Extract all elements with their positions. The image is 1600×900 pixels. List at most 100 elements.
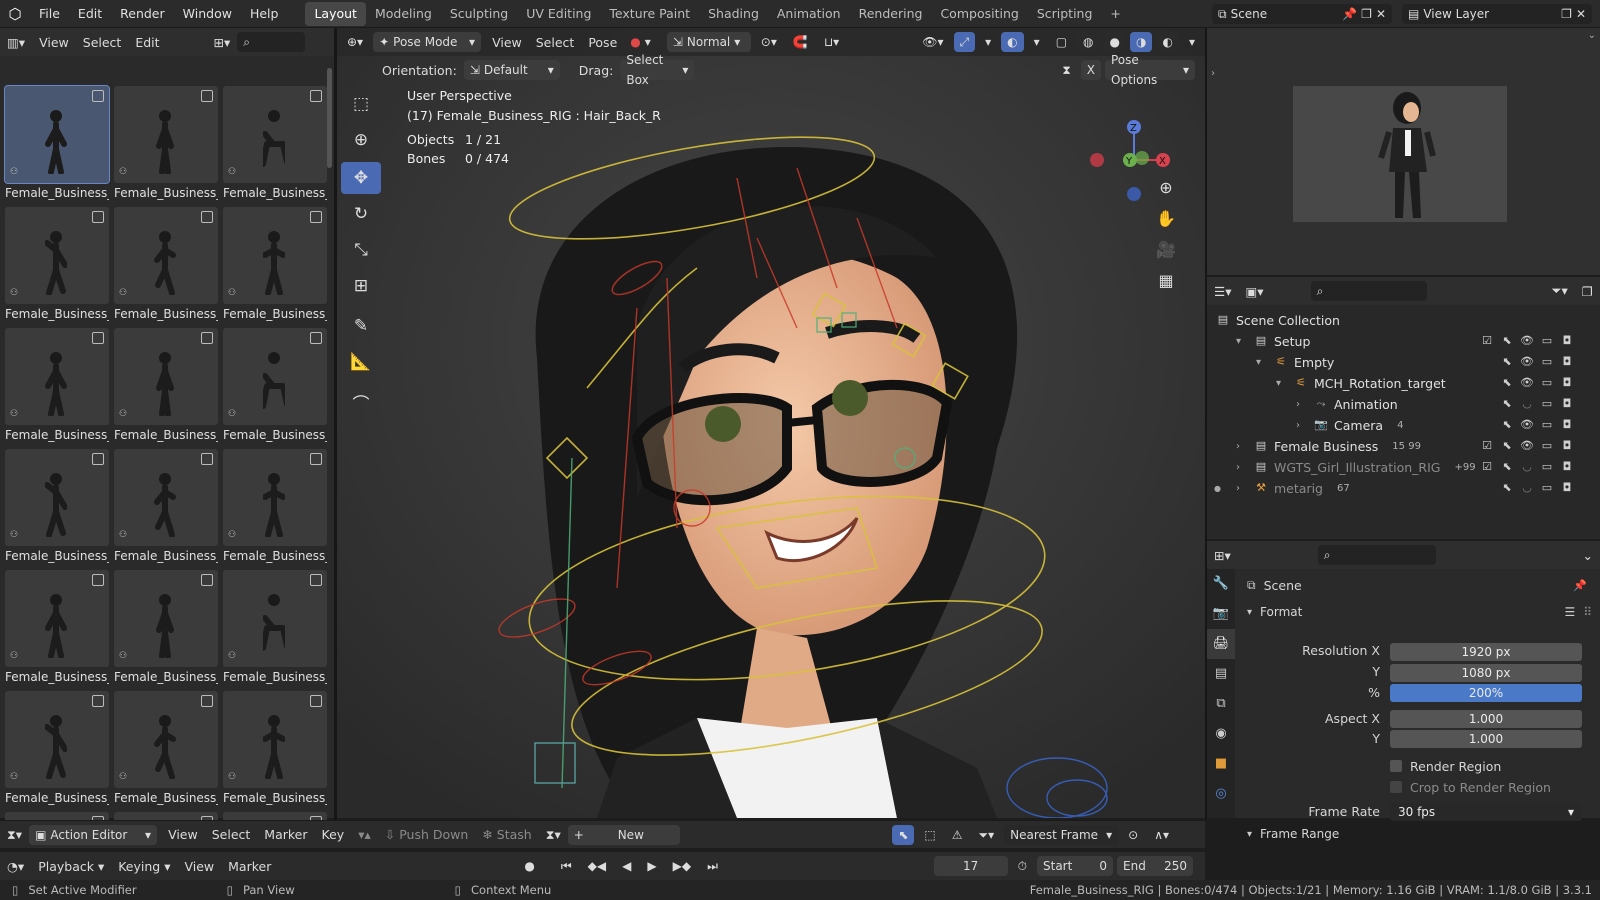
pan-hand-icon[interactable]: ✋ [1152, 209, 1180, 240]
viewport-monitor-icon[interactable]: ▭ [1540, 397, 1554, 411]
properties-search-input[interactable]: ⌕ [1317, 545, 1436, 565]
pose-library-icon[interactable]: ● ▾ [624, 32, 657, 52]
output-tab-icon[interactable]: 🖨 [1207, 629, 1235, 659]
shading-material-icon[interactable]: ◑ [1130, 32, 1153, 52]
render-camera-icon[interactable]: ◘ [1560, 418, 1574, 432]
select-box-tool-icon[interactable]: ⬚ [341, 88, 381, 120]
snap-icon[interactable]: 🧲 [787, 32, 814, 52]
asset-thumbnail[interactable]: ⚇ Female_Business_... [114, 207, 218, 325]
asset-thumbnail[interactable]: ⚇ Female_Business_... [5, 570, 109, 688]
asset-menu-view[interactable]: View [32, 35, 76, 50]
outliner-item-mch-rotation-target[interactable]: ▾⚟MCH_Rotation_target☑⬉👁▭◘ [1186, 373, 1586, 393]
asset-scrollbar[interactable] [327, 68, 332, 168]
area-divider[interactable] [1205, 28, 1207, 820]
shading-dropdown-icon[interactable]: ▾ [1183, 32, 1201, 52]
play-reverse-icon[interactable]: ◀ [616, 856, 637, 876]
properties-editor-icon[interactable]: ⊞▾ [1207, 548, 1238, 563]
pivot-icon[interactable]: ⊙▾ [755, 32, 783, 52]
area-divider[interactable] [334, 28, 337, 820]
mode-selector[interactable]: ✦ Pose Mode ▾ [373, 32, 482, 52]
asset-thumbnail[interactable]: ⚇ Female_Business_... [223, 86, 327, 204]
tab-modeling[interactable]: Modeling [366, 2, 441, 26]
timeline-editor-icon[interactable]: ◔▾ [0, 859, 31, 874]
play-icon[interactable]: ▶ [641, 856, 662, 876]
shading-solid-icon[interactable]: ● [1103, 32, 1126, 52]
edit-asset-icon[interactable] [310, 574, 322, 586]
measure-tool-icon[interactable]: 📐 [341, 346, 381, 378]
hide-eye-icon[interactable]: 👁 [1520, 334, 1534, 348]
render-camera-icon[interactable]: ◘ [1560, 460, 1574, 474]
show-hidden-icon[interactable]: ⬚ [918, 825, 941, 845]
render-camera-icon[interactable]: ◘ [1560, 397, 1574, 411]
view-layer-selector[interactable]: ▤ View Layer ❐ ✕ [1402, 3, 1592, 24]
tab-animation[interactable]: Animation [768, 2, 850, 26]
pin-icon[interactable]: 📌 [1342, 4, 1357, 24]
format-drag-handle-icon[interactable]: ⠿ [1583, 605, 1592, 619]
mirror-icon[interactable]: ⧗ [1056, 60, 1076, 80]
asset-thumbnail[interactable]: ⚇ Female_Business_... [114, 691, 218, 809]
snap-mode-dropdown[interactable]: Nearest Frame ▾ [1004, 824, 1119, 845]
new-layer-icon[interactable]: ❐ [1561, 4, 1572, 24]
viewport-menu-select[interactable]: Select [529, 35, 582, 50]
filter-icon[interactable]: ⏷▾ [1545, 283, 1575, 299]
tool-tab-icon[interactable]: 🔧 [1207, 569, 1235, 599]
outliner-item-empty[interactable]: ▾⚟Empty☑⬉👁▭◘ [1186, 352, 1586, 372]
edit-asset-icon[interactable] [310, 453, 322, 465]
render-camera-icon[interactable]: ◘ [1560, 376, 1574, 390]
next-keyframe-icon[interactable]: ▶◆ [667, 856, 697, 876]
transform-orientation-selector[interactable]: ⇲ Normal ▾ [666, 32, 751, 52]
stash-button[interactable]: ❄ Stash [475, 827, 538, 842]
move-tool-icon[interactable]: ✥ [341, 162, 381, 194]
edit-asset-icon[interactable] [201, 695, 213, 707]
menu-window[interactable]: Window [174, 0, 241, 28]
expand-toggle-icon[interactable]: ▾ [1276, 378, 1288, 389]
pose-options-dropdown[interactable]: Pose Options ▾ [1105, 53, 1195, 87]
resolution-y-field[interactable]: 1080 px [1390, 664, 1582, 682]
only-selected-icon[interactable]: ⬉ [892, 824, 915, 845]
selectable-cursor-icon[interactable]: ⬉ [1500, 334, 1514, 348]
frame-rate-dropdown[interactable]: 30 fps ▾ [1390, 803, 1582, 821]
falloff-icon[interactable]: ∧▾ [1148, 825, 1175, 845]
jump-start-icon[interactable]: ⏮ [555, 856, 578, 876]
only-errors-icon[interactable]: ⚠ [946, 825, 969, 845]
edit-asset-icon[interactable] [201, 90, 213, 102]
asset-thumbnail[interactable]: ⚇ Female_Business_... [114, 328, 218, 446]
snap-target-icon[interactable]: ⊔▾ [818, 32, 845, 52]
asset-search-input[interactable]: ⌕ [237, 32, 306, 52]
record-icon[interactable]: ● [518, 856, 540, 876]
end-frame-field[interactable]: End 250 [1117, 856, 1193, 876]
new-scene-icon[interactable]: ❐ [1361, 4, 1372, 24]
expand-arrow-icon[interactable]: › [1211, 68, 1215, 79]
render-camera-icon[interactable]: ◘ [1560, 334, 1574, 348]
expand-toggle-icon[interactable]: › [1236, 441, 1248, 452]
edit-asset-icon[interactable] [92, 90, 104, 102]
viewport-monitor-icon[interactable]: ▭ [1540, 355, 1554, 369]
aspect-x-field[interactable]: 1.000 [1390, 710, 1582, 728]
hide-eye-icon[interactable]: 👁 [1520, 439, 1534, 453]
edit-asset-icon[interactable] [92, 453, 104, 465]
drag-dropdown[interactable]: Select Box ▾ [620, 53, 695, 87]
editor-type-button[interactable]: ⊕▾ [341, 32, 369, 52]
viewport-monitor-icon[interactable]: ▭ [1540, 334, 1554, 348]
scale-tool-icon[interactable]: ⤡ [341, 234, 381, 266]
exclude-checkbox-icon[interactable]: ☑ [1480, 439, 1494, 453]
tab-compositing[interactable]: Compositing [931, 2, 1027, 26]
hide-eye-icon[interactable]: ◡ [1520, 481, 1534, 495]
asset-thumbnail[interactable]: ⚇ Female_Business_... [223, 691, 327, 809]
asset-thumbnail[interactable]: ⚇ Female_Business_... [223, 207, 327, 325]
outliner-item-metarig[interactable]: ●›⚒metarig67☑⬉◡▭◘ [1186, 478, 1586, 498]
dopesheet-editor-icon[interactable]: ⧗▾ [0, 827, 29, 843]
view-layer-tab-icon[interactable]: ▤ [1207, 659, 1235, 689]
outliner-item-wgts-girl-illustration-rig[interactable]: › ▤ WGTS_Girl_Illustration_RIG +99 ☑ ⬉ ◡ ▭ ◘ [1186, 457, 1586, 477]
visibility-icon[interactable]: 👁▾ [916, 32, 949, 52]
mirror-x-button[interactable]: X [1080, 60, 1101, 80]
selectable-cursor-icon[interactable]: ⬉ [1500, 418, 1514, 432]
bone-roll-tool-icon[interactable]: ⌒ [341, 386, 381, 418]
delete-scene-icon[interactable]: ✕ [1376, 4, 1386, 24]
editor-type-icon[interactable]: ▥▾ [0, 35, 32, 50]
expand-toggle-icon[interactable]: ▾ [1236, 336, 1248, 347]
action-menu-view[interactable]: View [161, 827, 205, 842]
outliner-editor-icon[interactable]: ☰▾ [1207, 284, 1238, 299]
ortho-grid-icon[interactable]: ▦ [1152, 271, 1180, 302]
current-frame-field[interactable]: 17 [933, 856, 1008, 876]
